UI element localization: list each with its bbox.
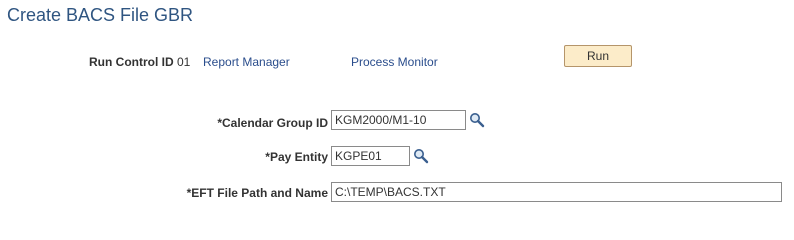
- process-monitor-link[interactable]: Process Monitor: [351, 55, 438, 69]
- eft-file-path-input[interactable]: [331, 182, 782, 202]
- run-control-id-value: 01: [177, 55, 191, 69]
- report-manager-link[interactable]: Report Manager: [203, 55, 290, 69]
- page-title: Create BACS File GBR: [7, 5, 194, 25]
- calendar-group-id-label: *Calendar Group ID: [217, 116, 328, 130]
- pay-entity-input[interactable]: [331, 146, 410, 166]
- run-button[interactable]: Run: [564, 45, 632, 67]
- eft-file-path-label: *EFT File Path and Name: [186, 186, 328, 200]
- pay-entity-label: *Pay Entity: [265, 150, 328, 164]
- pay-entity-search-icon[interactable]: [413, 148, 429, 164]
- calendar-group-id-input[interactable]: [331, 110, 466, 130]
- run-control-id-label: Run Control ID: [89, 55, 174, 69]
- calendar-group-search-icon[interactable]: [469, 112, 485, 128]
